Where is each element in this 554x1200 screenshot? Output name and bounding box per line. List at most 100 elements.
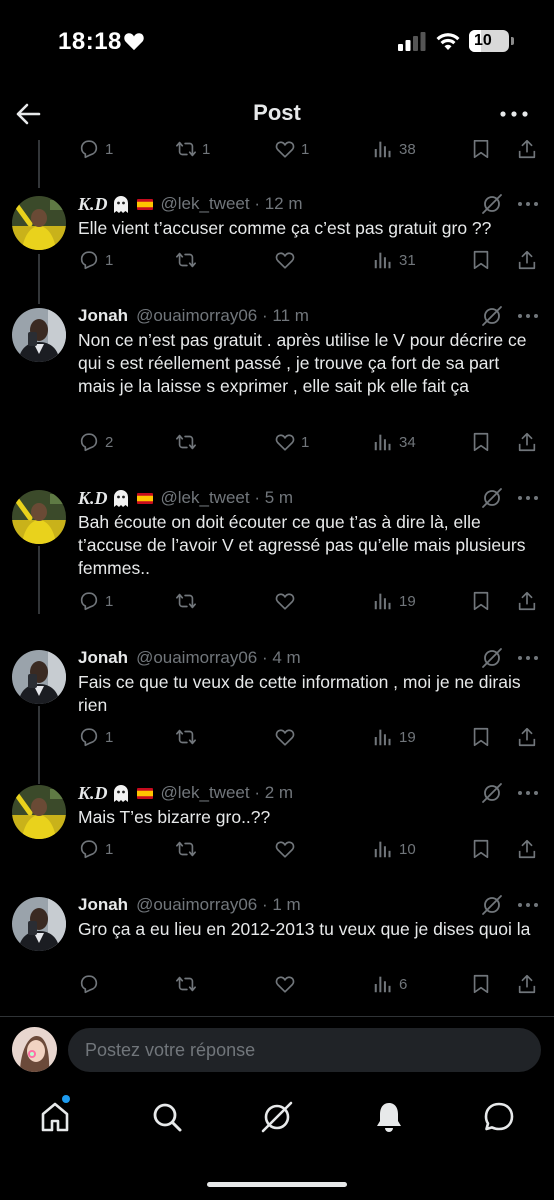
views-button[interactable]: 19	[372, 590, 416, 612]
avatar[interactable]	[12, 490, 66, 544]
top-header: Post	[0, 88, 554, 140]
views-button[interactable]: 19	[372, 726, 416, 748]
reply-button[interactable]: 2	[78, 431, 113, 453]
display-name[interactable]: Jonah	[78, 306, 128, 326]
repost-button[interactable]	[175, 838, 202, 860]
display-name[interactable]: Jonah	[78, 648, 128, 668]
reply-button[interactable]: 1	[78, 590, 113, 612]
grok-icon[interactable]	[481, 894, 503, 916]
my-avatar[interactable]	[12, 1027, 57, 1072]
more-options-icon[interactable]	[516, 782, 540, 804]
status-time: 18:18	[58, 28, 122, 55]
avatar[interactable]	[12, 897, 66, 951]
tweet-actions: 1 10	[78, 838, 544, 864]
avatar[interactable]	[12, 650, 66, 704]
share-button[interactable]	[516, 431, 538, 453]
like-button[interactable]	[274, 726, 301, 748]
repost-button[interactable]	[175, 431, 202, 453]
spain-flag-icon	[136, 492, 153, 504]
avatar[interactable]	[12, 196, 66, 250]
bookmark-button[interactable]	[470, 431, 492, 453]
bookmark-button[interactable]	[470, 838, 492, 860]
share-button[interactable]	[516, 249, 538, 271]
search-icon[interactable]	[150, 1100, 184, 1134]
views-button[interactable]: 10	[372, 838, 416, 860]
reply-button[interactable]: 1	[78, 726, 113, 748]
tweet-text: Elle vient t’accuser comme ça c’est pas …	[78, 218, 492, 238]
ghost-emoji-icon	[113, 490, 128, 507]
tweet-header: K.D @lek_tweet · 2 m	[78, 781, 464, 805]
bookmark-button[interactable]	[470, 726, 492, 748]
handle[interactable]: @lek_tweet · 5 m	[161, 488, 294, 508]
tweet-header: Jonah @ouaimorray06 · 1 m	[78, 893, 464, 917]
status-bar: 18:18 10	[0, 0, 554, 84]
display-name[interactable]: K.D	[78, 783, 108, 804]
like-button[interactable]	[274, 838, 301, 860]
share-button[interactable]	[516, 590, 538, 612]
share-button[interactable]	[516, 726, 538, 748]
more-options-icon[interactable]	[516, 647, 540, 669]
display-name[interactable]: K.D	[78, 194, 108, 215]
like-button[interactable]	[274, 249, 301, 271]
grok-icon[interactable]	[481, 647, 503, 669]
views-button[interactable]: 6	[372, 973, 407, 995]
tweet-actions: 6	[78, 973, 544, 999]
reply-button[interactable]	[78, 973, 105, 995]
like-button[interactable]	[274, 590, 301, 612]
share-button[interactable]	[516, 838, 538, 860]
views-button[interactable]: 34	[372, 431, 416, 453]
home-icon[interactable]	[38, 1100, 72, 1134]
repost-button[interactable]	[175, 726, 202, 748]
like-button[interactable]	[274, 973, 301, 995]
bookmark-button[interactable]	[470, 973, 492, 995]
reply-button[interactable]: 1	[78, 249, 113, 271]
grok-icon[interactable]	[260, 1100, 294, 1134]
handle[interactable]: @lek_tweet · 2 m	[161, 783, 294, 803]
grok-icon[interactable]	[481, 487, 503, 509]
more-options-icon[interactable]	[516, 487, 540, 509]
tweet-text: Gro ça a eu lieu en 2012-2013 tu veux qu…	[78, 919, 531, 939]
bookmark-button[interactable]	[470, 590, 492, 612]
reply-button[interactable]: 1	[78, 140, 113, 160]
reply-button[interactable]: 1	[78, 838, 113, 860]
repost-button[interactable]	[175, 249, 202, 271]
more-options-icon[interactable]	[498, 100, 530, 128]
repost-button[interactable]	[175, 590, 202, 612]
share-button[interactable]	[516, 973, 538, 995]
bookmark-button[interactable]	[470, 140, 492, 160]
views-button[interactable]: 38	[372, 140, 416, 160]
notifications-icon[interactable]	[372, 1100, 406, 1134]
tweet-header: K.D @lek_tweet · 5 m	[78, 486, 464, 510]
avatar[interactable]	[12, 785, 66, 839]
more-options-icon[interactable]	[516, 894, 540, 916]
bookmark-button[interactable]	[470, 249, 492, 271]
display-name[interactable]: Jonah	[78, 895, 128, 915]
more-options-icon[interactable]	[516, 193, 540, 215]
display-name[interactable]: K.D	[78, 488, 108, 509]
handle[interactable]: @ouaimorray06 · 4 m	[136, 648, 301, 668]
ghost-emoji-icon	[113, 196, 128, 213]
repost-button[interactable]: 1	[175, 140, 210, 160]
views-button[interactable]: 31	[372, 249, 416, 271]
reply-input[interactable]	[68, 1028, 541, 1072]
home-indicator	[0, 1170, 554, 1200]
messages-icon[interactable]	[482, 1100, 516, 1134]
tweet-text: Fais ce que tu veux de cette information…	[78, 672, 521, 715]
like-button[interactable]: 1	[274, 140, 309, 160]
thread-connector	[38, 546, 40, 614]
thread-connector	[38, 706, 40, 784]
more-options-icon[interactable]	[516, 305, 540, 327]
tweet-text: Non ce n’est pas gratuit . après utilise…	[78, 330, 527, 396]
handle[interactable]: @ouaimorray06 · 11 m	[136, 306, 309, 326]
avatar[interactable]	[12, 308, 66, 362]
share-button[interactable]	[516, 140, 538, 160]
signal-icon	[398, 32, 426, 51]
grok-icon[interactable]	[481, 782, 503, 804]
like-button[interactable]: 1	[274, 431, 309, 453]
handle[interactable]: @ouaimorray06 · 1 m	[136, 895, 301, 915]
notification-dot	[62, 1095, 70, 1103]
repost-button[interactable]	[175, 973, 202, 995]
handle[interactable]: @lek_tweet · 12 m	[161, 194, 303, 214]
grok-icon[interactable]	[481, 305, 503, 327]
grok-icon[interactable]	[481, 193, 503, 215]
